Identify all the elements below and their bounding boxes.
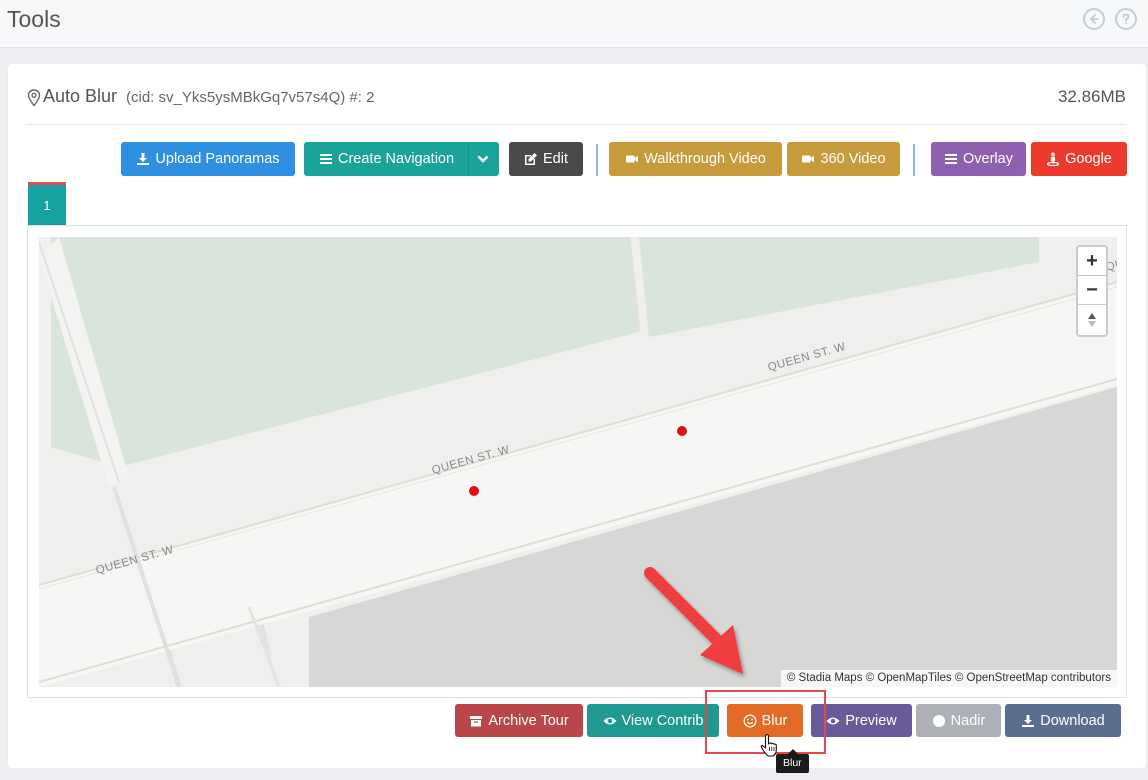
download-icon [137,153,150,165]
circle-icon [932,714,945,727]
blur-tooltip: Blur [776,749,809,773]
panorama-marker[interactable] [469,486,479,496]
tab-1[interactable]: 1 [28,182,66,226]
map[interactable]: QUEEN ST. W QUEEN ST. W QUEEN ST. W QU +… [39,237,1117,687]
view-contrib-button[interactable]: View Contrib [587,704,719,737]
toolbar-separator [596,144,598,176]
video-camera-icon [626,155,639,163]
zoom-out-button[interactable]: − [1078,276,1106,305]
back-arrow-icon[interactable] [1083,8,1105,30]
top-bar: Tools [0,0,1148,48]
archive-icon [470,715,483,726]
archive-tour-button[interactable]: Archive Tour [455,704,583,737]
map-attribution: © Stadia Maps © OpenMapTiles © OpenStree… [780,670,1117,687]
preview-button[interactable]: Preview [811,704,912,737]
download-icon [1022,714,1035,727]
nadir-button[interactable]: Nadir [916,704,1001,737]
toolbar-separator [913,144,915,176]
download-button[interactable]: Download [1005,704,1121,737]
360-video-button[interactable]: 360 Video [787,142,900,176]
eye-icon [826,717,840,724]
chevron-down-icon[interactable] [476,152,490,166]
reset-north-button[interactable] [1078,305,1106,334]
compass-icon [1088,312,1096,327]
zoom-control: + − [1076,245,1108,337]
tour-size: 32.86MB [1057,87,1126,106]
panorama-marker[interactable] [677,426,687,436]
tour-card: Auto Blur (cid: sv_Yks5ysMBkGq7v57s4Q) #… [8,64,1146,768]
tour-name: Auto Blur [43,86,118,106]
overlay-button[interactable]: Overlay [931,142,1026,176]
tour-cid: (cid: sv_Yks5ysMBkGq7v57s4Q) #: 2 [126,89,375,106]
map-pin-icon [27,89,41,107]
tour-header: Auto Blur (cid: sv_Yks5ysMBkGq7v57s4Q) #… [26,85,1126,125]
page-title: Tools [7,6,61,32]
google-button[interactable]: Google [1031,142,1127,176]
map-tiles: QUEEN ST. W QUEEN ST. W QUEEN ST. W QU [39,237,1117,687]
create-navigation-button[interactable]: Create Navigation [304,142,499,176]
walkthrough-video-button[interactable]: Walkthrough Video [609,142,782,176]
list-icon [945,154,958,164]
edit-button[interactable]: Edit [509,142,583,176]
help-icon[interactable] [1115,8,1137,30]
list-icon [320,154,332,164]
edit-icon [525,153,537,165]
eye-icon [603,717,617,724]
split-divider [468,142,469,176]
upload-panoramas-button[interactable]: Upload Panoramas [121,142,295,176]
video-camera-icon [802,155,815,163]
street-view-icon [1047,152,1060,166]
zoom-in-button[interactable]: + [1078,247,1106,276]
map-container: QUEEN ST. W QUEEN ST. W QUEEN ST. W QU +… [27,225,1127,698]
